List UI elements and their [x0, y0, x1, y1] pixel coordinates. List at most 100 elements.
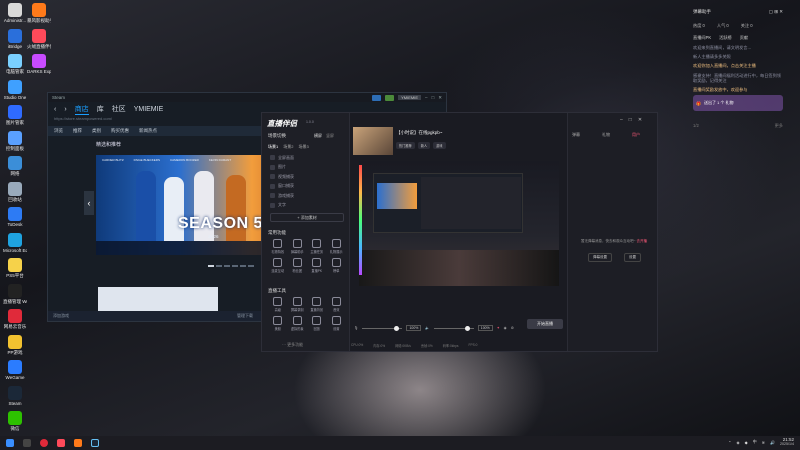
speaker-icon[interactable]: 🔈	[425, 326, 429, 330]
tray-chevron-icon[interactable]: ⌃	[728, 440, 731, 445]
desktop-icon[interactable]: 火绒直播伴侣	[27, 28, 51, 50]
desktop-icon[interactable]: Administr...	[3, 3, 27, 23]
stream-tag[interactable]: 新人	[417, 142, 431, 149]
stream-title[interactable]: 【小时说】在线pgkpb~	[396, 130, 442, 136]
add-game-button[interactable]: 添加游戏	[53, 313, 69, 319]
tool-item[interactable]: 直播背景	[307, 297, 327, 312]
desktop-icon[interactable]: iBridge	[3, 28, 27, 49]
source-tab[interactable]: 场景3	[298, 144, 308, 150]
steam-user-button[interactable]: YMIEMIE	[398, 95, 421, 100]
tool-item[interactable]: 虚拟形象	[288, 316, 308, 331]
steam-nav-library[interactable]: 库	[97, 104, 104, 114]
carousel-dot[interactable]	[232, 265, 238, 267]
steam-second-card[interactable]	[98, 287, 218, 311]
live-maximize-icon[interactable]: □	[629, 117, 632, 123]
desktop-icon[interactable]: 控制面板	[3, 130, 27, 152]
desktop-icon[interactable]: WeGame	[3, 360, 27, 380]
mic-icon[interactable]: 🎙	[354, 326, 358, 330]
tool-item[interactable]: 粉丝团	[288, 258, 308, 273]
desktop-icon[interactable]: Studio One	[3, 79, 27, 100]
start-menu-icon[interactable]	[6, 439, 14, 447]
desktop-icon[interactable]: 网络	[3, 156, 27, 177]
side-tab[interactable]: 贡献	[740, 35, 748, 41]
tool-item[interactable]: 主播任务	[307, 239, 327, 254]
steam-nav-community[interactable]: 社区	[112, 104, 126, 114]
camera-icon[interactable]: ◉	[504, 326, 507, 330]
clock[interactable]: 21:52 2025/1/4	[780, 437, 794, 447]
chat-action-button[interactable]: 弹幕设置	[588, 253, 612, 262]
tool-item[interactable]: 榜单	[327, 258, 347, 273]
tool-item[interactable]: 屏幕录制	[288, 297, 308, 312]
desktop-icon[interactable]: 网易云音乐	[3, 309, 27, 330]
source-item[interactable]: 游戏捕获	[270, 191, 344, 200]
steam-nav-store[interactable]: 商店	[74, 104, 89, 115]
carousel-dots[interactable]	[208, 265, 254, 267]
input-language[interactable]: 中	[753, 439, 757, 445]
speaker-volume-slider[interactable]	[433, 325, 474, 331]
desktop-icon[interactable]: 回收站	[3, 181, 27, 203]
side-tab[interactable]: 直播间PK	[693, 35, 711, 41]
scene-tab[interactable]: 横屏	[314, 133, 322, 139]
chat-action-button[interactable]: 设置	[624, 253, 641, 262]
tool-item[interactable]: 弹幕助手	[288, 239, 308, 254]
live-close-icon[interactable]: ✕	[638, 117, 642, 123]
stream-cover-image[interactable]	[353, 127, 393, 155]
right-tab[interactable]: 用户	[632, 132, 640, 138]
eye-icon[interactable]	[270, 193, 275, 198]
right-tab[interactable]: 弹幕	[572, 132, 580, 138]
side-panel-controls[interactable]: ▢ ⊞ ✕	[769, 9, 783, 15]
steam-forward-icon[interactable]: ›	[64, 106, 66, 113]
eye-icon[interactable]	[270, 174, 275, 179]
source-item[interactable]: 全屏画面	[270, 153, 344, 162]
desktop-icon[interactable]: Microsoft Edge	[3, 232, 27, 253]
source-item[interactable]: 图片	[270, 163, 344, 172]
desktop-icon[interactable]: PP游戏	[3, 334, 27, 356]
scene-tab[interactable]: 竖屏	[326, 133, 334, 139]
start-live-button[interactable]: 开始直播	[527, 319, 563, 329]
steam-store-tab[interactable]: 类别	[92, 128, 101, 134]
eye-icon[interactable]	[270, 202, 275, 208]
carousel-dot[interactable]	[248, 265, 254, 267]
desktop-icon[interactable]: ToDesk	[3, 207, 27, 227]
desktop-icon[interactable]: PS5平台	[3, 258, 27, 279]
downloads-button[interactable]: 管理下载	[237, 313, 253, 319]
source-tab[interactable]: 场景2	[283, 144, 293, 150]
tool-item[interactable]: 礼物特效	[268, 239, 288, 254]
steam-minimize-icon[interactable]: –	[425, 95, 428, 100]
live-companion-window[interactable]: 直播伴侣 1.0.0 场景切换 横屏 竖屏 场景1 场景2 场景3 全屏画面 图片 视频捕…	[261, 112, 658, 352]
wifi-icon[interactable]: ≋	[762, 440, 765, 445]
desktop-icon[interactable]: Steam	[3, 385, 27, 406]
carousel-dot[interactable]	[240, 265, 246, 267]
tray-app-icon[interactable]: ◆	[745, 440, 748, 445]
source-tab[interactable]: 场景1	[268, 144, 278, 150]
speaker-volume-knob[interactable]	[465, 325, 471, 331]
tool-item[interactable]: 礼物展示	[327, 239, 347, 254]
carousel-prev-button[interactable]: ‹	[84, 191, 94, 215]
tool-item[interactable]: 高级	[268, 297, 288, 312]
side-tab[interactable]: 活跃榜	[719, 35, 732, 41]
steam-close-icon[interactable]: ✕	[438, 95, 442, 101]
app-taskbar-icon[interactable]	[74, 439, 82, 447]
steam-taskbar-icon[interactable]	[91, 439, 99, 447]
steam-wallet-button[interactable]	[385, 94, 395, 101]
desktop-icon[interactable]: 电脑管家	[3, 54, 27, 75]
mic-volume-value[interactable]: 100%	[406, 325, 422, 331]
speaker-volume-value[interactable]: 100%	[477, 325, 493, 331]
steam-nav-user[interactable]: YMIEMIE	[134, 106, 164, 113]
preview-canvas[interactable]	[359, 161, 559, 286]
desktop-icon[interactable]: 微信	[3, 411, 27, 432]
netease-music-taskbar-icon[interactable]	[40, 439, 48, 447]
carousel-dot[interactable]	[224, 265, 230, 267]
effects-icon[interactable]: ✦	[497, 326, 500, 330]
chat-empty-link[interactable]: 去开播	[637, 239, 648, 243]
tool-item[interactable]: 直播PK	[307, 258, 327, 273]
desktop-icon[interactable]: DARKS Export	[27, 54, 51, 74]
carousel-dot[interactable]	[208, 265, 214, 267]
steam-store-tab[interactable]: 购买优惠	[111, 128, 129, 134]
desktop-icon[interactable]: 图片管家	[3, 105, 27, 126]
mic-volume-knob[interactable]	[393, 325, 399, 331]
tray-app-icon[interactable]: ◈	[737, 440, 740, 445]
eye-icon[interactable]	[270, 183, 275, 189]
steam-store-tab[interactable]: 浏览	[54, 128, 63, 134]
source-item[interactable]: 视频捕获	[270, 172, 344, 181]
